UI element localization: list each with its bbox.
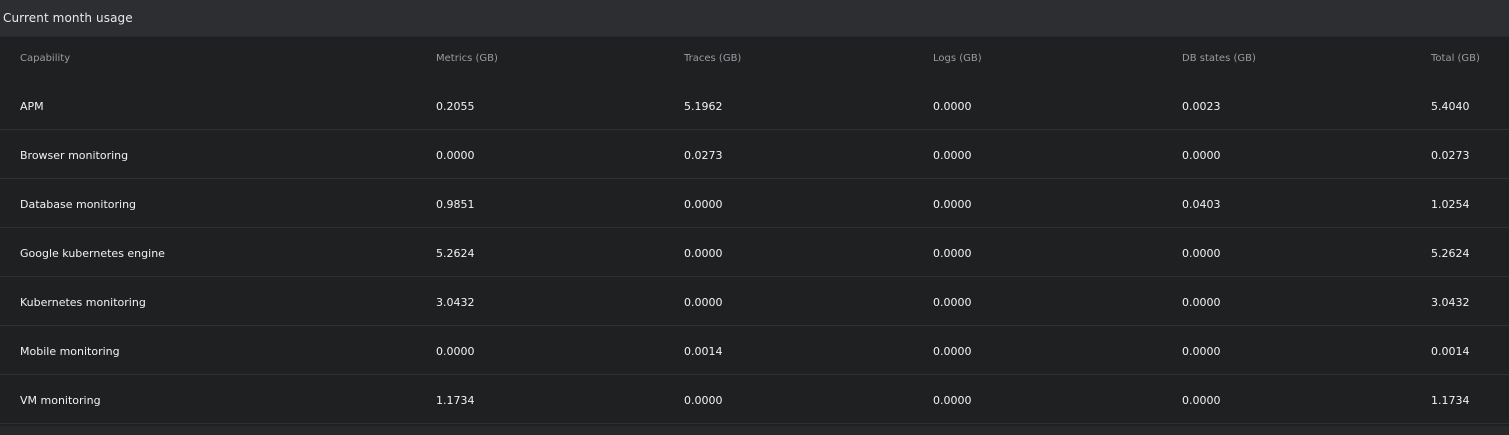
cell-logs: 0.0000 bbox=[933, 296, 972, 309]
cell-db-states: 0.0000 bbox=[1182, 149, 1221, 162]
column-header-traces[interactable]: Traces (GB) bbox=[684, 53, 741, 64]
cell-traces: 0.0000 bbox=[684, 394, 723, 407]
cell-metrics: 0.0000 bbox=[436, 149, 475, 162]
cell-total: 5.2624 bbox=[1431, 247, 1470, 260]
column-header-metrics[interactable]: Metrics (GB) bbox=[436, 53, 498, 64]
column-header-total[interactable]: Total (GB) bbox=[1431, 53, 1480, 64]
cell-logs: 0.0000 bbox=[933, 149, 972, 162]
table-row: APM 0.2055 5.1962 0.0000 0.0023 5.4040 bbox=[0, 81, 1509, 130]
cell-metrics: 0.0000 bbox=[436, 345, 475, 358]
cell-total: 1.1734 bbox=[1431, 394, 1470, 407]
cell-logs: 0.0000 bbox=[933, 394, 972, 407]
cell-total: 5.4040 bbox=[1431, 100, 1470, 113]
cell-logs: 0.0000 bbox=[933, 198, 972, 211]
table-row: Google kubernetes engine 5.2624 0.0000 0… bbox=[0, 228, 1509, 277]
cell-db-states: 0.0000 bbox=[1182, 394, 1221, 407]
column-header-capability[interactable]: Capability bbox=[20, 53, 70, 64]
cell-total: 0.0273 bbox=[1431, 149, 1470, 162]
column-header-db-states[interactable]: DB states (GB) bbox=[1182, 53, 1256, 64]
cell-capability: Browser monitoring bbox=[20, 149, 129, 162]
cell-traces: 0.0014 bbox=[684, 345, 723, 358]
cell-traces: 0.0273 bbox=[684, 149, 723, 162]
table-row: Kubernetes monitoring 3.0432 0.0000 0.00… bbox=[0, 277, 1509, 326]
usage-table: Capability Metrics (GB) Traces (GB) Logs… bbox=[0, 36, 1509, 424]
cell-traces: 5.1962 bbox=[684, 100, 723, 113]
cell-capability: VM monitoring bbox=[20, 394, 101, 407]
cell-db-states: 0.0403 bbox=[1182, 198, 1221, 211]
cell-metrics: 5.2624 bbox=[436, 247, 475, 260]
cell-total: 3.0432 bbox=[1431, 296, 1470, 309]
table-row: Browser monitoring 0.0000 0.0273 0.0000 … bbox=[0, 130, 1509, 179]
cell-metrics: 3.0432 bbox=[436, 296, 475, 309]
table-row: VM monitoring 1.1734 0.0000 0.0000 0.000… bbox=[0, 375, 1509, 424]
cell-db-states: 0.0023 bbox=[1182, 100, 1221, 113]
cell-logs: 0.0000 bbox=[933, 345, 972, 358]
cell-capability: Mobile monitoring bbox=[20, 345, 120, 358]
cell-total: 0.0014 bbox=[1431, 345, 1470, 358]
cell-capability: Kubernetes monitoring bbox=[20, 296, 146, 309]
cell-logs: 0.0000 bbox=[933, 100, 972, 113]
cell-metrics: 0.9851 bbox=[436, 198, 475, 211]
cell-metrics: 1.1734 bbox=[436, 394, 475, 407]
cell-capability: Google kubernetes engine bbox=[20, 247, 165, 260]
cell-metrics: 0.2055 bbox=[436, 100, 475, 113]
cell-db-states: 0.0000 bbox=[1182, 247, 1221, 260]
usage-panel: Current month usage Capability Metrics (… bbox=[0, 0, 1509, 435]
column-header-logs[interactable]: Logs (GB) bbox=[933, 53, 982, 64]
cell-db-states: 0.0000 bbox=[1182, 296, 1221, 309]
cell-traces: 0.0000 bbox=[684, 296, 723, 309]
cell-traces: 0.0000 bbox=[684, 247, 723, 260]
table-row: Database monitoring 0.9851 0.0000 0.0000… bbox=[0, 179, 1509, 228]
table-header-row: Capability Metrics (GB) Traces (GB) Logs… bbox=[0, 36, 1509, 81]
cell-capability: Database monitoring bbox=[20, 198, 137, 211]
cell-total: 1.0254 bbox=[1431, 198, 1470, 211]
panel-title: Current month usage bbox=[3, 11, 133, 25]
panel-header: Current month usage bbox=[0, 0, 1509, 37]
table-row: Mobile monitoring 0.0000 0.0014 0.0000 0… bbox=[0, 326, 1509, 375]
cell-traces: 0.0000 bbox=[684, 198, 723, 211]
cell-capability: APM bbox=[20, 100, 44, 113]
cell-logs: 0.0000 bbox=[933, 247, 972, 260]
scroll-area-edge bbox=[0, 426, 1509, 435]
cell-db-states: 0.0000 bbox=[1182, 345, 1221, 358]
